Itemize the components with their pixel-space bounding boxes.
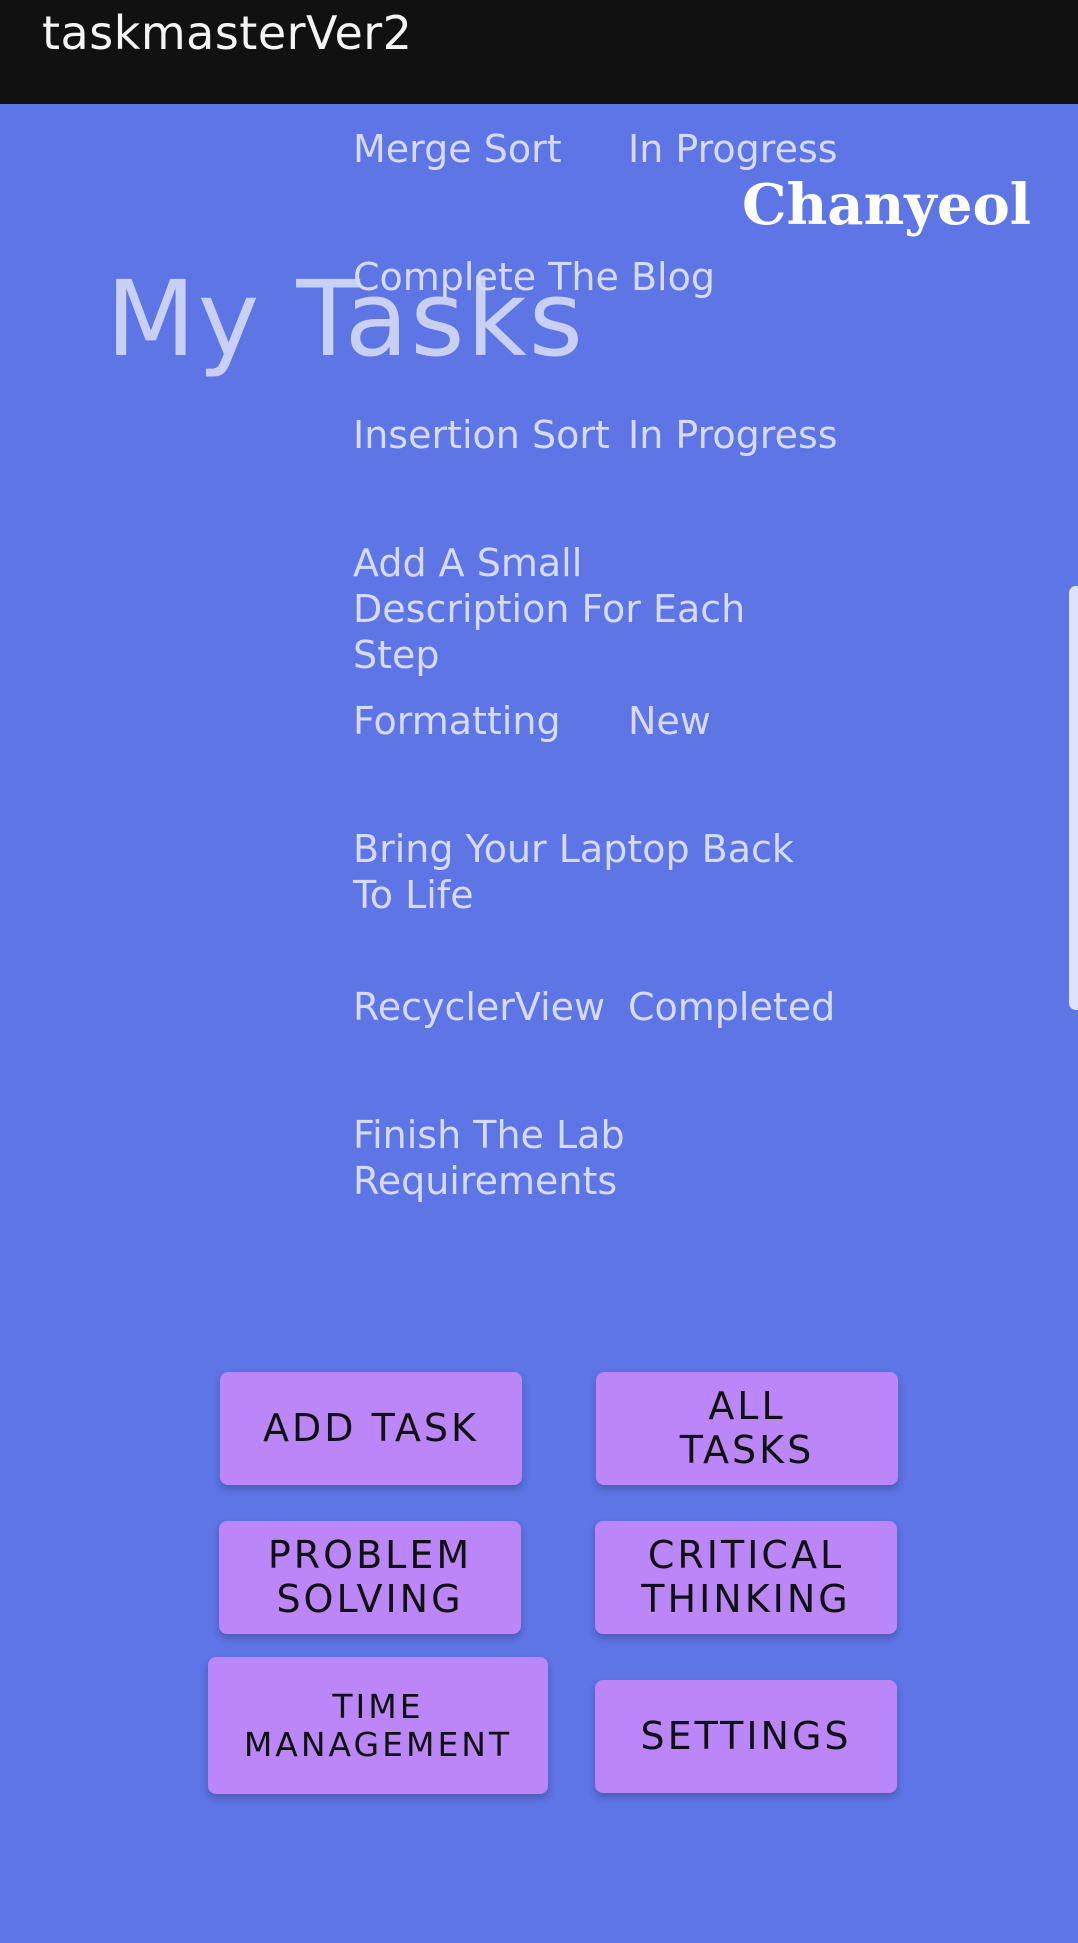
app-title: taskmasterVer2 — [42, 6, 413, 60]
task-status: Completed — [628, 985, 836, 1029]
all-tasks-button[interactable]: ALL TASKS — [596, 1372, 898, 1485]
critical-thinking-button[interactable]: CRITICAL THINKING — [595, 1521, 897, 1634]
task-title: Add A Small Description For Each Step — [353, 541, 746, 677]
username: Chanyeol — [742, 172, 1032, 238]
add-task-button[interactable]: ADD TASK — [220, 1372, 522, 1485]
app-bar: taskmasterVer2 — [0, 0, 1078, 104]
problem-solving-button[interactable]: PROBLEM SOLVING — [219, 1521, 521, 1634]
task-title: Complete The Blog — [353, 255, 715, 299]
task-status: In Progress — [628, 127, 838, 171]
time-management-button[interactable]: TIME MANAGEMENT — [208, 1657, 548, 1794]
task-title: Finish The Lab Requirements — [353, 1113, 625, 1203]
task-title: Bring Your Laptop Back To Life — [353, 827, 794, 917]
task-status: In Progress — [628, 413, 838, 457]
settings-button[interactable]: SETTINGS — [595, 1680, 897, 1793]
scrollbar[interactable] — [1069, 586, 1078, 1010]
task-status: New — [628, 699, 711, 743]
